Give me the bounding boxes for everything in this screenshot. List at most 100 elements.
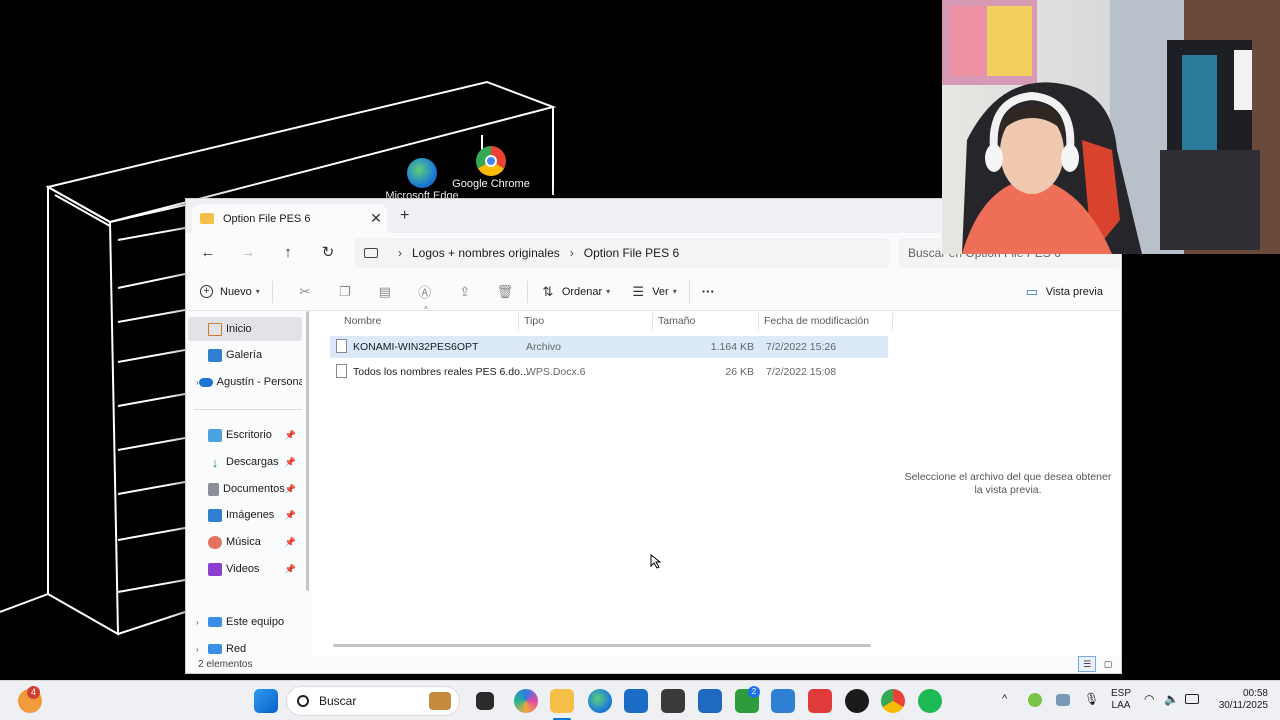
tiles-view-icon[interactable]: ▢ (1099, 656, 1117, 672)
desktop-folder-icon (208, 428, 222, 442)
chevron-right-icon: › (569, 246, 574, 260)
volume-icon[interactable]: 🔈 (1164, 692, 1179, 706)
toolbar-divider (688, 280, 690, 303)
pin-icon[interactable]: 📌 (285, 537, 296, 548)
wifi-icon[interactable]: ◠ (1144, 692, 1154, 706)
sort-button[interactable]: ⇅ Ordenar ▾ (540, 284, 610, 300)
task-view-icon[interactable] (476, 692, 494, 710)
microphone-icon[interactable]: 🎙 (1084, 692, 1099, 706)
app-tool-icon[interactable] (698, 689, 722, 713)
nav-item-label: Este equipo (226, 616, 285, 628)
search-highlight-icon (429, 692, 451, 710)
column-header-name[interactable]: Nombre (344, 315, 381, 327)
videos-icon (208, 562, 222, 576)
column-header-date[interactable]: Fecha de modificación (764, 315, 869, 327)
pin-icon[interactable]: 📌 (285, 564, 296, 575)
battery-icon[interactable] (1185, 694, 1199, 704)
column-divider (518, 313, 519, 331)
copilot-icon[interactable] (514, 689, 538, 713)
taskbar-search[interactable]: Buscar (286, 686, 460, 716)
webcam-overlay (942, 0, 1280, 254)
file-row[interactable]: Todos los nombres reales PES 6.do... WPS… (330, 361, 888, 383)
copy-icon[interactable]: ❐ (337, 284, 353, 300)
webcam-image (942, 0, 1280, 254)
nav-item-imagenes[interactable]: Imágenes 📌 (188, 503, 302, 527)
documents-icon (208, 482, 219, 496)
desktop-shortcut-label: Google Chrome (452, 178, 530, 190)
nav-scrollbar[interactable] (306, 311, 309, 591)
language-indicator[interactable]: ESP LAA (1108, 688, 1134, 712)
clock[interactable]: 00:58 30/11/2025 (1206, 688, 1268, 712)
pin-icon[interactable]: 📌 (285, 484, 296, 495)
delete-icon[interactable]: 🗑 (497, 284, 514, 300)
nav-item-inicio[interactable]: Inicio (188, 317, 302, 341)
tray-overflow-icon[interactable]: ^ (1002, 693, 1007, 705)
pin-icon[interactable]: 📌 (285, 510, 296, 521)
chevron-right-icon[interactable]: › (196, 618, 208, 627)
breadcrumb[interactable]: › Logos + nombres originales › Option Fi… (354, 238, 889, 268)
this-pc-icon (208, 617, 222, 627)
file-row[interactable]: KONAMI-WIN32PES6OPT Archivo 1.164 KB 7/2… (330, 336, 888, 358)
cut-icon[interactable]: ✂ (297, 284, 313, 300)
nav-item-galeria[interactable]: Galería (188, 343, 302, 367)
nav-item-escritorio[interactable]: Escritorio 📌 (188, 423, 302, 447)
refresh-button[interactable]: ↻ (314, 241, 342, 265)
app-cube-icon[interactable] (661, 689, 685, 713)
new-button[interactable]: + Nuevo ▾ (200, 285, 260, 298)
back-button[interactable]: ← (194, 241, 222, 265)
nav-item-descargas[interactable]: ↓ Descargas 📌 (188, 450, 302, 474)
view-button[interactable]: ☰ Ver ▾ (630, 284, 677, 300)
pin-icon[interactable]: 📌 (285, 457, 296, 468)
nav-item-este-equipo[interactable]: › Este equipo (188, 610, 302, 634)
spotify-icon[interactable] (918, 689, 942, 713)
rename-icon[interactable]: Ⓐ (417, 284, 433, 300)
file-date: 7/2/2022 15:08 (766, 366, 837, 378)
chrome-icon (476, 146, 506, 176)
new-tab-button[interactable]: + (400, 207, 409, 225)
obs-icon[interactable] (845, 689, 869, 713)
nav-item-videos[interactable]: Videos 📌 (188, 557, 302, 581)
nav-item-label: Galería (226, 349, 263, 361)
horizontal-scrollbar[interactable] (333, 644, 871, 647)
tab-option-file[interactable]: Option File PES 6 ✕ (192, 204, 387, 233)
start-menu-icon[interactable] (254, 689, 278, 713)
chevron-down-icon: ▾ (672, 287, 677, 296)
breadcrumb-item[interactable]: Logos + nombres originales (412, 246, 560, 260)
up-button[interactable]: ↑ (274, 241, 302, 265)
nav-item-musica[interactable]: Música 📌 (188, 530, 302, 554)
chevron-right-icon[interactable]: › (196, 645, 208, 654)
share-icon[interactable]: ⇪ (457, 284, 473, 300)
chrome-icon[interactable] (881, 689, 905, 713)
details-view-icon[interactable]: ☰ (1078, 656, 1096, 672)
music-icon (208, 535, 222, 549)
edge-icon[interactable] (588, 689, 612, 713)
file-type: WPS.Docx.6 (526, 366, 586, 378)
home-icon (208, 322, 222, 336)
close-tab-icon[interactable]: ✕ (365, 210, 387, 227)
wps-office-icon[interactable] (808, 689, 832, 713)
app-blue-icon[interactable] (771, 689, 795, 713)
more-options-button[interactable]: ··· (702, 284, 715, 299)
toolbar-divider (526, 280, 528, 303)
column-header-size[interactable]: Tamaño (658, 315, 695, 327)
column-divider (758, 313, 759, 331)
file-explorer-window: Option File PES 6 ✕ + ← → ↑ ↻ › Logos + … (185, 198, 1122, 674)
preview-pane: Seleccione el archivo del que desea obte… (893, 311, 1121, 655)
gallery-icon (208, 348, 222, 362)
column-headers: ^ Nombre Tipo Tamaño Fecha de modificaci… (318, 305, 893, 331)
column-header-type[interactable]: Tipo (524, 315, 544, 327)
nav-item-documentos[interactable]: Documentos 📌 (188, 477, 302, 501)
forward-button[interactable]: → (234, 241, 262, 265)
tray-cloud-icon[interactable] (1056, 694, 1070, 706)
desktop-shortcut-chrome[interactable]: Google Chrome (446, 146, 536, 190)
paste-icon[interactable]: ▤ (377, 284, 393, 300)
nav-item-onedrive[interactable]: › Agustín - Personal (188, 370, 302, 394)
preview-pane-button[interactable]: ▭ Vista previa (1024, 284, 1103, 300)
pin-icon[interactable]: 📌 (285, 430, 296, 441)
tray-app-icon[interactable] (1028, 693, 1042, 707)
nav-divider (194, 409, 302, 410)
pictures-icon (208, 508, 222, 522)
store-icon[interactable] (624, 689, 648, 713)
breadcrumb-item-current[interactable]: Option File PES 6 (584, 246, 679, 260)
file-explorer-icon[interactable] (550, 689, 574, 713)
